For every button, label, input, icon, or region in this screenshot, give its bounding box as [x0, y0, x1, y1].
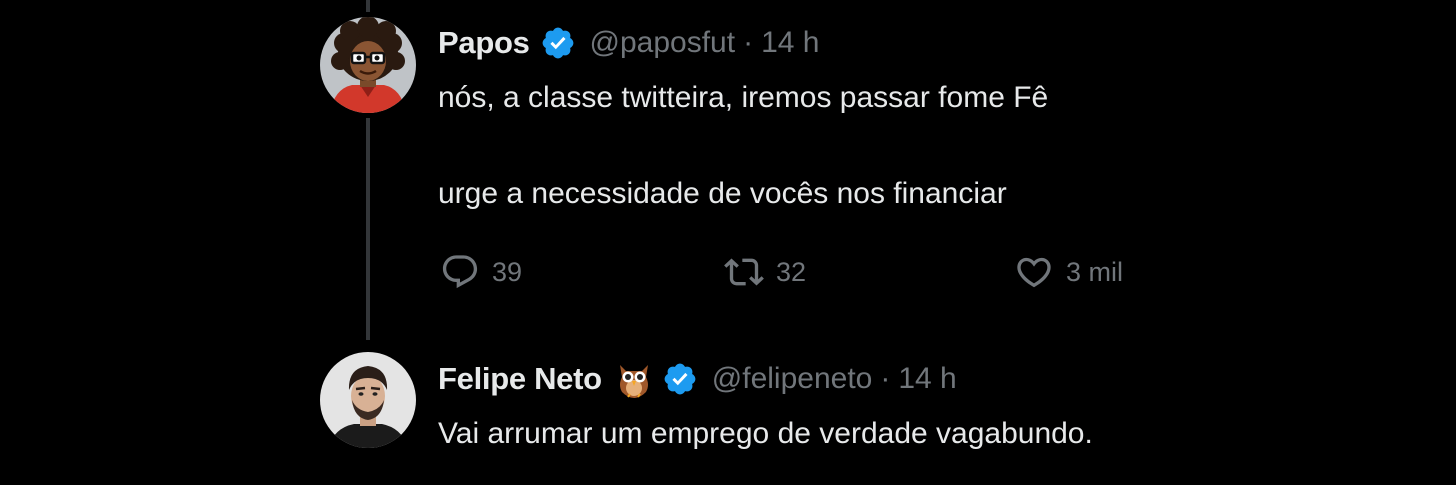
avatar-felipe-neto[interactable]: [320, 352, 416, 448]
separator-dot: ·: [743, 26, 754, 59]
timestamp[interactable]: 14 h: [898, 362, 956, 396]
display-name[interactable]: Papos: [438, 25, 530, 61]
tweet-text-line: nós, a classe twitteira, iremos passar f…: [438, 81, 1049, 114]
tweet-header-papos: Papos @paposfut · 14 h: [438, 22, 819, 64]
thread-connector-line: [366, 118, 370, 340]
reply-icon: [440, 252, 480, 292]
tweet-text-line: Vai arrumar um emprego de verdade vagabu…: [438, 417, 1093, 450]
handle[interactable]: @paposfut: [590, 26, 736, 60]
owl-emoji-icon: [616, 359, 652, 399]
verified-badge-icon: [662, 361, 698, 397]
retweet-button[interactable]: 32: [724, 252, 806, 292]
timestamp[interactable]: 14 h: [761, 26, 819, 60]
tweet-text-line: urge a necessidade de vocês nos financia…: [438, 177, 1007, 210]
cartoon-avatar-icon: [320, 17, 416, 113]
like-button[interactable]: 3 mil: [1014, 252, 1123, 292]
avatar-papos[interactable]: [320, 17, 416, 113]
separator-dot: ·: [880, 362, 891, 395]
like-count: 3 mil: [1066, 256, 1124, 287]
handle[interactable]: @felipeneto: [712, 362, 873, 396]
reply-button[interactable]: 39: [440, 252, 522, 292]
reply-count: 39: [492, 256, 523, 287]
display-name[interactable]: Felipe Neto: [438, 361, 602, 397]
photo-avatar-icon: [320, 352, 416, 448]
verified-badge-icon: [540, 25, 576, 61]
heart-icon: [1014, 252, 1054, 292]
retweet-icon: [724, 252, 764, 292]
retweet-count: 32: [776, 256, 807, 287]
tweet-header-felipe-neto: Felipe Neto @felipeneto · 14 h: [438, 358, 957, 400]
thread-connector-top: [366, 0, 370, 12]
